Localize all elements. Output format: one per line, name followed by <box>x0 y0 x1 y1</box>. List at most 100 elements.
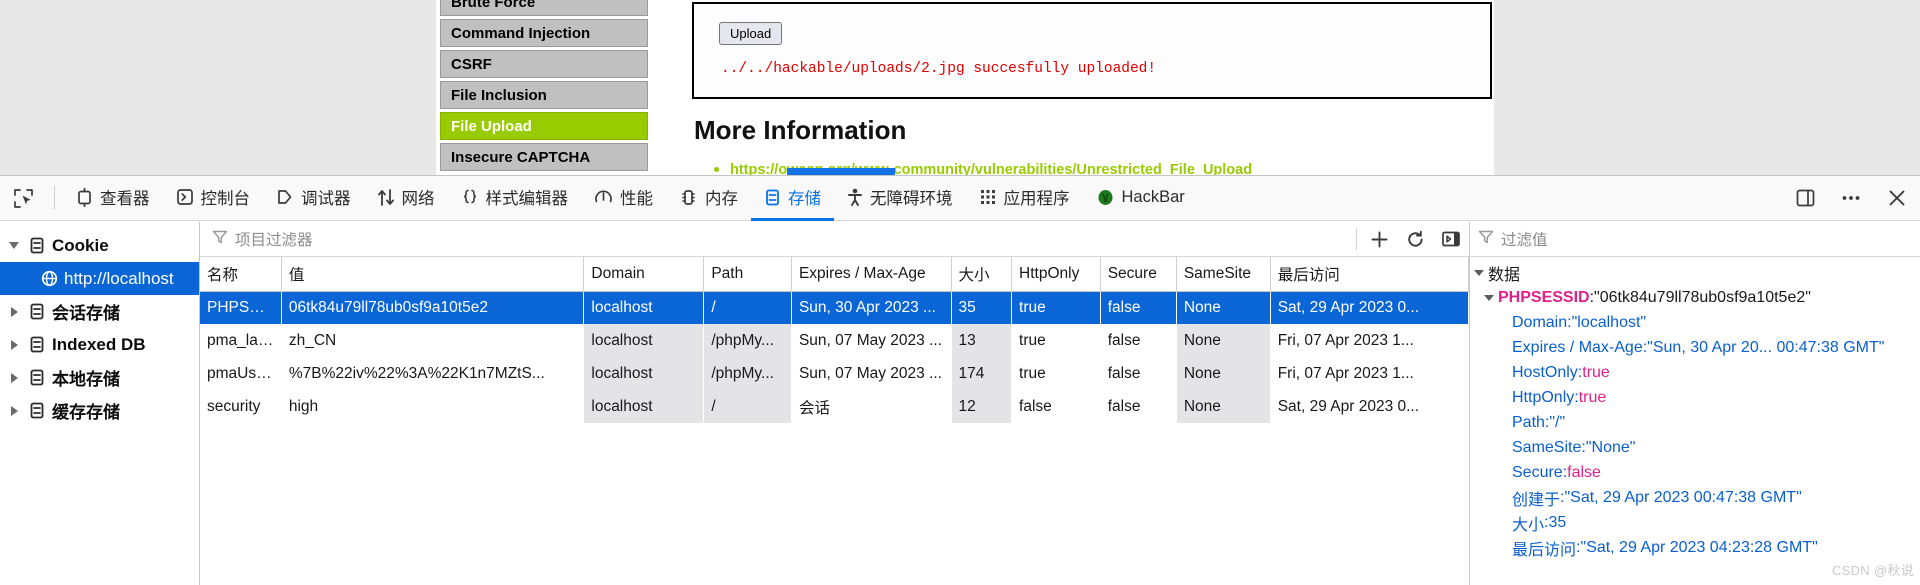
detail-prop-key: 大小 <box>1512 516 1545 534</box>
detail-prop-created[interactable]: 创建于: "Sat, 29 Apr 2023 00:47:38 GMT" <box>1470 485 1920 510</box>
debugger-icon <box>276 188 294 206</box>
close-icon[interactable] <box>1874 176 1920 220</box>
value-filter-input[interactable]: 过滤值 <box>1470 222 1920 257</box>
chevron-right-icon[interactable] <box>4 372 24 383</box>
list-bullet-icon <box>714 167 719 172</box>
cell-last-accessed: Fri, 07 Apr 2023 1... <box>1277 331 1414 349</box>
cookie-detail-sidebar: 过滤值 数据 PHPSESSID : "06tk84u79ll78ub0sf9a… <box>1470 222 1920 585</box>
column-header-expires[interactable]: Expires / Max-Age <box>791 257 952 292</box>
cell-expires: Sun, 30 Apr 2023 ... <box>791 291 952 324</box>
detail-cookie-row[interactable]: PHPSESSID : "06tk84u79ll78ub0sf9a10t5e2" <box>1470 285 1920 310</box>
tab-memory[interactable]: 内存 <box>666 176 751 221</box>
menu-item-brute-force[interactable]: Brute Force <box>440 0 648 16</box>
column-header-httponly[interactable]: HttpOnly <box>1011 257 1101 292</box>
tab-label: 样式编辑器 <box>485 190 569 208</box>
tab-application[interactable]: 应用程序 <box>966 176 1083 221</box>
sidebar-item-cookie[interactable]: Cookie <box>0 229 199 262</box>
tab-debugger[interactable]: 调试器 <box>263 176 364 221</box>
sidebar-item-localhost[interactable]: http://localhost <box>0 262 199 295</box>
tab-style-editor[interactable]: 样式编辑器 <box>448 176 582 221</box>
column-header-samesite[interactable]: SameSite <box>1176 257 1271 292</box>
column-header-path[interactable]: Path <box>703 257 792 292</box>
table-row[interactable]: pma_lang zh_CN localhost /phpMy... Sun, … <box>200 324 1469 357</box>
chevron-down-icon[interactable] <box>4 242 24 249</box>
detail-prop-hostonly[interactable]: HostOnly: true <box>1470 360 1920 385</box>
chevron-right-icon[interactable] <box>4 405 24 416</box>
cell-secure: false <box>1100 291 1177 324</box>
meatball-menu-icon[interactable] <box>1828 176 1874 220</box>
detail-prop-samesite[interactable]: SameSite: "None" <box>1470 435 1920 460</box>
cell-samesite: None <box>1176 324 1271 357</box>
menu-item-csrf[interactable]: CSRF <box>440 50 648 78</box>
menu-item-insecure-captcha[interactable]: Insecure CAPTCHA <box>440 143 648 171</box>
chevron-down-icon[interactable] <box>1480 294 1498 301</box>
cell-samesite: None <box>1176 357 1271 390</box>
cell-value: high <box>288 397 319 415</box>
tab-label: 调试器 <box>301 190 351 208</box>
chevron-down-icon[interactable] <box>1470 269 1488 276</box>
text-selection-highlight <box>787 168 895 175</box>
detail-prop-domain[interactable]: Domain: "localhost" <box>1470 310 1920 335</box>
column-header-size[interactable]: 大小 <box>951 257 1013 292</box>
tab-inspector[interactable]: 查看器 <box>63 176 163 221</box>
detail-prop-path[interactable]: Path: "/" <box>1470 410 1920 435</box>
cookie-table[interactable]: 名称 值 Domain Path Expires / Max-Age 大小 Ht… <box>200 257 1469 585</box>
table-row[interactable]: security high localhost / 会话 12 false fa… <box>200 390 1469 423</box>
sidebar-toggle-icon[interactable] <box>1433 222 1469 257</box>
cookie-table-pane: 项目过滤器 名称 值 Domain Path Expires / Max-Age… <box>200 222 1470 585</box>
cell-name: pmaUser... <box>207 364 282 382</box>
devtools-tab-toolbar: 查看器 控制台 调试器 网络 样式编辑器 性能 内存 存储 无障碍环境 应用程序… <box>0 176 1920 221</box>
plus-icon[interactable] <box>1361 222 1397 257</box>
table-row[interactable]: pmaUser... %7B%22iv%22%3A%22K1n7MZtS... … <box>200 357 1469 390</box>
value-filter-placeholder: 过滤值 <box>1501 232 1548 249</box>
column-header-domain[interactable]: Domain <box>583 257 705 292</box>
cell-expires: Sun, 07 May 2023 ... <box>798 331 942 349</box>
tab-label: 控制台 <box>200 190 251 208</box>
style-editor-braces-icon <box>461 188 479 206</box>
menu-item-file-upload[interactable]: File Upload <box>440 112 648 140</box>
filter-funnel-icon <box>212 229 228 250</box>
cell-domain: localhost <box>583 324 704 357</box>
application-grid-icon <box>979 188 997 206</box>
globe-icon <box>36 270 62 287</box>
column-header-value[interactable]: 值 <box>281 257 585 292</box>
column-header-last-accessed[interactable]: 最后访问 <box>1270 257 1469 292</box>
detail-prop-key: SameSite <box>1512 438 1582 456</box>
tab-accessibility[interactable]: 无障碍环境 <box>834 176 966 221</box>
element-picker-icon[interactable] <box>0 176 46 220</box>
detail-root-row[interactable]: 数据 <box>1470 260 1920 285</box>
storage-panel-body: Cookie http://localhost 会话存储 Indexed DB … <box>0 222 1920 585</box>
menu-item-file-inclusion[interactable]: File Inclusion <box>440 81 648 109</box>
menu-item-command-injection[interactable]: Command Injection <box>440 19 648 47</box>
tab-hackbar[interactable]: HackBar <box>1083 176 1198 221</box>
cell-domain: localhost <box>583 390 704 423</box>
tab-console[interactable]: 控制台 <box>163 176 264 221</box>
table-row[interactable]: PHPSESS... 06tk84u79ll78ub0sf9a10t5e2 lo… <box>200 291 1469 324</box>
tab-performance[interactable]: 性能 <box>581 176 666 221</box>
tab-label: 性能 <box>620 190 653 208</box>
cell-size: 174 <box>951 357 1012 390</box>
refresh-icon[interactable] <box>1397 222 1433 257</box>
upload-button[interactable]: Upload <box>719 22 783 45</box>
detail-prop-last-accessed[interactable]: 最后访问: "Sat, 29 Apr 2023 04:23:28 GMT" <box>1470 535 1920 560</box>
sidebar-item-cache-storage[interactable]: 缓存存储 <box>0 394 199 427</box>
cell-name: security <box>207 397 261 415</box>
tab-network[interactable]: 网络 <box>364 176 448 221</box>
cell-secure: false <box>1107 331 1141 349</box>
cell-domain: localhost <box>583 357 704 390</box>
detail-prop-secure[interactable]: Secure: false <box>1470 460 1920 485</box>
sidebar-item-indexed-db[interactable]: Indexed DB <box>0 328 199 361</box>
detail-prop-size[interactable]: 大小:35 <box>1470 510 1920 535</box>
detail-prop-httponly[interactable]: HttpOnly: true <box>1470 385 1920 410</box>
storage-icon <box>24 237 50 255</box>
sidebar-item-session-storage[interactable]: 会话存储 <box>0 295 199 328</box>
chevron-right-icon[interactable] <box>4 306 24 317</box>
tab-storage[interactable]: 存储 <box>751 176 834 221</box>
chevron-right-icon[interactable] <box>4 339 24 350</box>
detail-prop-expires[interactable]: Expires / Max-Age: "Sun, 30 Apr 20... 00:… <box>1470 335 1920 360</box>
column-header-name[interactable]: 名称 <box>200 257 282 292</box>
item-filter-input[interactable]: 项目过滤器 <box>200 228 1352 250</box>
column-header-secure[interactable]: Secure <box>1100 257 1177 292</box>
dock-split-icon[interactable] <box>1782 176 1828 220</box>
sidebar-item-local-storage[interactable]: 本地存储 <box>0 361 199 394</box>
